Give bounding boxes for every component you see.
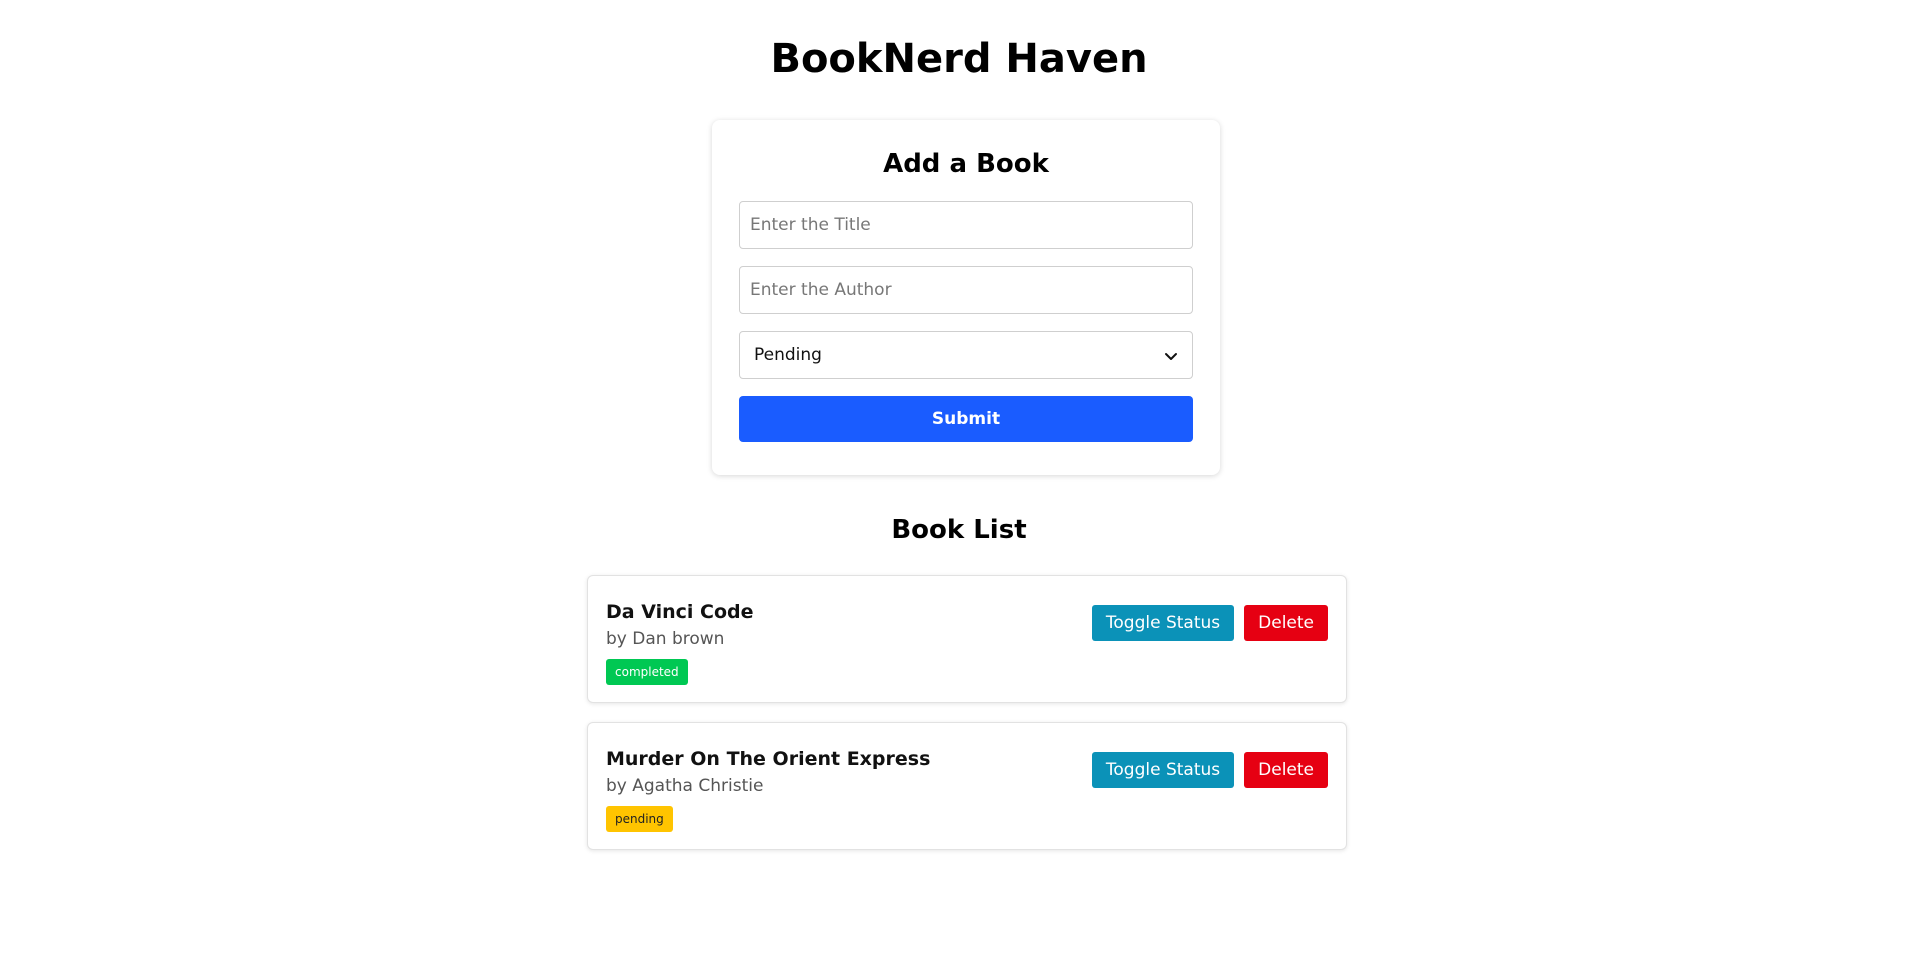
form-title: Add a Book (883, 149, 1049, 179)
chevron-down-icon (1164, 348, 1178, 362)
book-card: Da Vinci Code by Dan brown completed Tog… (587, 575, 1347, 703)
book-info: Da Vinci Code by Dan brown completed (606, 599, 754, 702)
book-author: by Dan brown (606, 629, 725, 649)
delete-button[interactable]: Delete (1244, 752, 1328, 788)
book-info: Murder On The Orient Express by Agatha C… (606, 746, 930, 849)
status-badge: completed (606, 659, 688, 685)
book-list: Da Vinci Code by Dan brown completed Tog… (587, 575, 1347, 869)
title-input[interactable] (739, 201, 1193, 249)
author-input[interactable] (739, 266, 1193, 314)
page: BookNerd Haven Add a Book Pending Submit… (0, 0, 1918, 968)
toggle-status-button[interactable]: Toggle Status (1091, 752, 1235, 788)
book-title: Murder On The Orient Express (606, 748, 931, 770)
book-actions: Toggle Status Delete (1091, 730, 1328, 810)
submit-button[interactable]: Submit (739, 396, 1193, 442)
status-select-value: Pending (754, 345, 822, 365)
book-title: Da Vinci Code (606, 601, 754, 623)
status-badge: pending (606, 806, 673, 832)
app-title: BookNerd Haven (770, 36, 1148, 82)
toggle-status-button[interactable]: Toggle Status (1091, 605, 1235, 641)
delete-button[interactable]: Delete (1244, 605, 1328, 641)
book-card: Murder On The Orient Express by Agatha C… (587, 722, 1347, 850)
book-actions: Toggle Status Delete (1091, 583, 1328, 663)
book-author: by Agatha Christie (606, 776, 764, 796)
status-select[interactable]: Pending (739, 331, 1193, 379)
book-list-title: Book List (891, 515, 1027, 545)
add-book-form: Add a Book Pending Submit (712, 120, 1220, 475)
